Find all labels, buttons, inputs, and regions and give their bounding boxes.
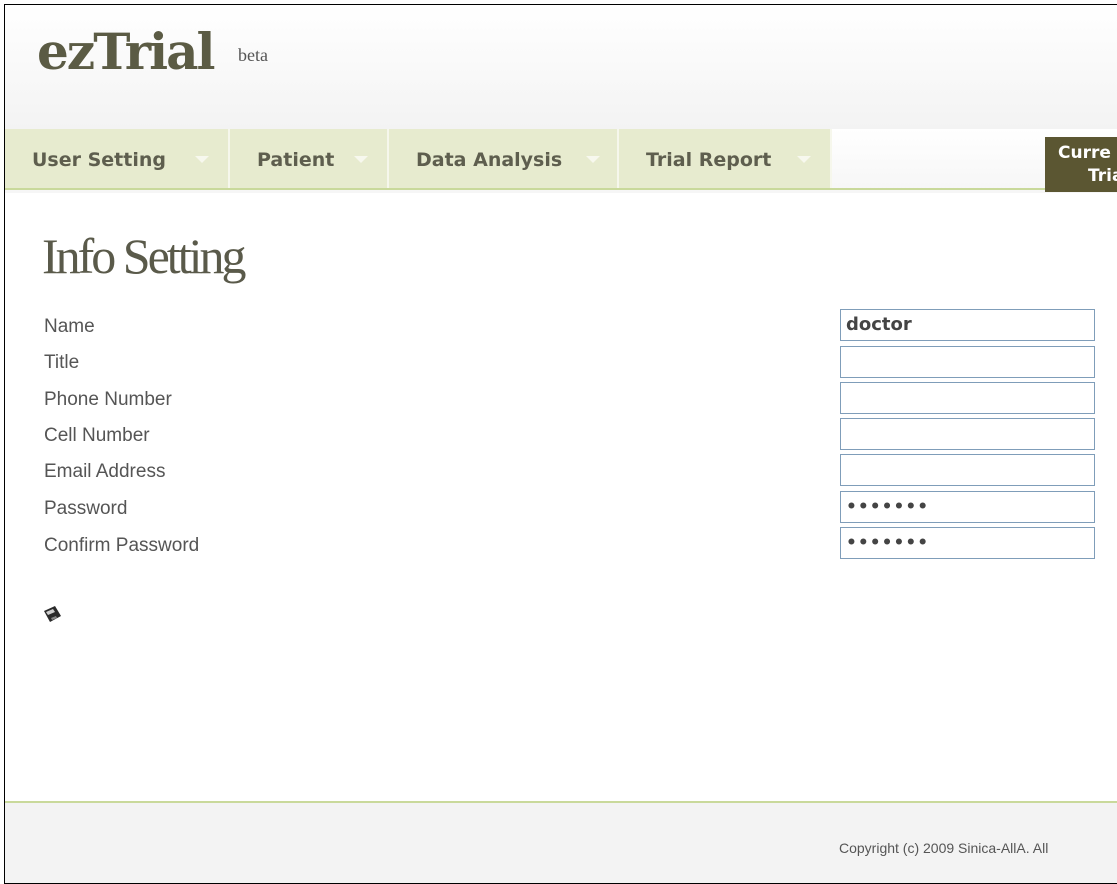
nav-item-label: Trial Report (646, 148, 772, 171)
nav-item-user-setting[interactable]: User Setting (5, 129, 230, 190)
beta-tag: beta (238, 45, 268, 65)
title-label: Title (44, 352, 80, 373)
chevron-down-icon (586, 156, 600, 163)
password-field[interactable]: ••••••• (840, 491, 1095, 523)
email-address-label: Email Address (44, 461, 166, 482)
nav-item-label: Patient (257, 148, 335, 171)
name-label: Name (44, 316, 95, 337)
phone-number-field[interactable] (840, 382, 1095, 414)
name-field[interactable]: doctor (840, 309, 1095, 341)
app-frame: ezTrial beta User Setting Patient Data A… (4, 4, 1117, 884)
nav-item-data-analysis[interactable]: Data Analysis (389, 129, 619, 190)
current-trial-badge[interactable]: Curre Tria (1045, 137, 1117, 192)
nav-item-label: Data Analysis (416, 148, 563, 171)
chevron-down-icon (797, 156, 811, 163)
confirm-password-label: Confirm Password (44, 535, 200, 556)
page-title: Info Setting (42, 228, 246, 284)
current-trial-line1: Curre (1058, 143, 1111, 163)
cell-number-field[interactable] (840, 418, 1095, 450)
phone-number-label: Phone Number (44, 389, 172, 410)
current-trial-line2: Tria (1088, 166, 1117, 186)
title-field[interactable] (840, 346, 1095, 378)
password-label: Password (44, 498, 128, 519)
nav-divider (5, 188, 1117, 190)
floppy-disk-icon[interactable] (41, 603, 63, 625)
email-address-field[interactable] (840, 454, 1095, 486)
nav-item-trial-report[interactable]: Trial Report (619, 129, 832, 190)
confirm-password-field[interactable]: ••••••• (840, 527, 1095, 559)
copyright-text: Copyright (c) 2009 Sinica-AllA. All (839, 840, 1049, 856)
nav-item-label: User Setting (32, 148, 166, 171)
chevron-down-icon (195, 156, 209, 163)
cell-number-label: Cell Number (44, 425, 150, 446)
app-logo[interactable]: ezTrial (37, 27, 216, 77)
chevron-down-icon (354, 156, 368, 163)
nav-item-patient[interactable]: Patient (230, 129, 389, 190)
